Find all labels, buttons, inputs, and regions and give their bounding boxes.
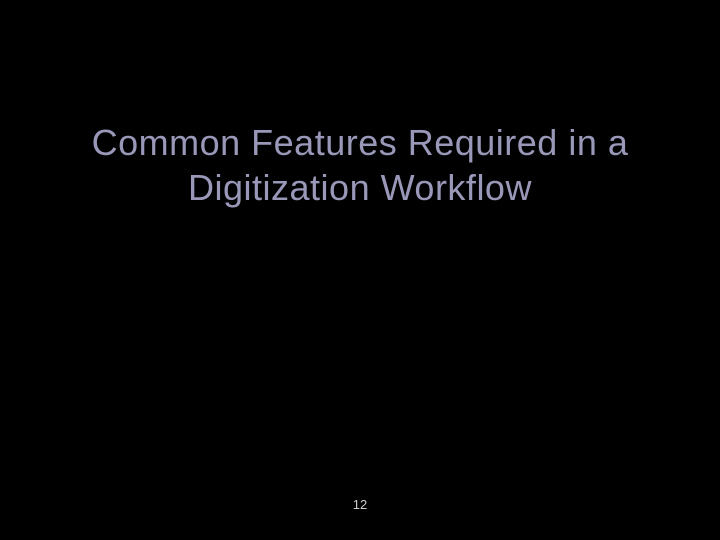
title-block: Common Features Required in a Digitizati… [0,120,720,210]
slide-title-line1: Common Features Required in a [60,120,660,165]
slide-title-line2: Digitization Workflow [60,165,660,210]
page-number: 12 [0,497,720,512]
slide-container: Common Features Required in a Digitizati… [0,0,720,540]
